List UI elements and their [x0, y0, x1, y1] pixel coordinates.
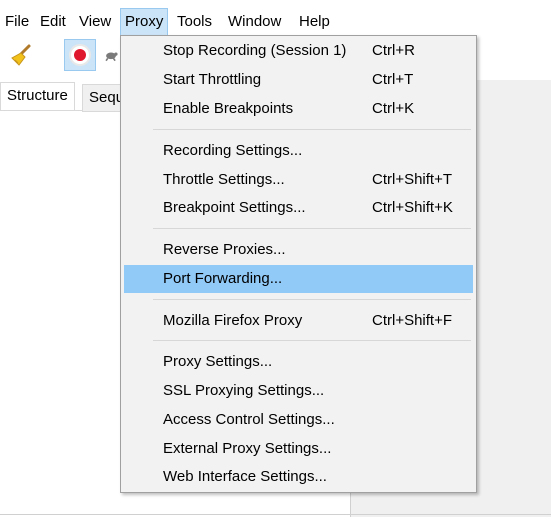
menu-item-access-control-settings[interactable]: Access Control Settings...: [124, 407, 473, 432]
menu-item-breakpoint-settings[interactable]: Breakpoint Settings... Ctrl+Shift+K: [124, 195, 473, 220]
menu-tools[interactable]: Tools: [173, 8, 216, 36]
menu-item-label: Start Throttling: [163, 71, 262, 88]
menu-item-label: Recording Settings...: [163, 142, 303, 159]
menu-item-label: Mozilla Firefox Proxy: [163, 312, 303, 329]
menu-item-shortcut: Ctrl+T: [372, 71, 414, 88]
menu-bar: File Edit View Proxy Tools Window Help: [0, 8, 551, 36]
menu-view[interactable]: View: [75, 8, 115, 36]
tab-sequence[interactable]: Seque: [82, 84, 122, 112]
menu-item-shortcut: Ctrl+Shift+T: [372, 171, 453, 188]
menu-item-shortcut: Ctrl+R: [372, 42, 415, 59]
menu-item-proxy-settings[interactable]: Proxy Settings...: [124, 349, 473, 374]
menu-item-label: Breakpoint Settings...: [163, 199, 306, 216]
status-divider: [0, 514, 551, 515]
menu-item-label: Access Control Settings...: [163, 411, 335, 428]
proxy-menu-dropdown: Stop Recording (Session 1) Ctrl+R Start …: [120, 35, 477, 493]
menu-separator: [153, 228, 471, 229]
menu-item-external-proxy-settings[interactable]: External Proxy Settings...: [124, 436, 473, 461]
menu-item-label: Throttle Settings...: [163, 171, 285, 188]
menu-item-label: Web Interface Settings...: [163, 468, 327, 485]
menu-item-label: Stop Recording (Session 1): [163, 42, 347, 59]
menu-item-label: Enable Breakpoints: [163, 100, 294, 117]
menu-item-label: External Proxy Settings...: [163, 440, 332, 457]
menu-separator: [153, 299, 471, 300]
menu-item-enable-breakpoints[interactable]: Enable Breakpoints Ctrl+K: [124, 96, 473, 121]
menu-item-label: Port Forwarding...: [163, 270, 283, 287]
record-button[interactable]: [64, 39, 96, 71]
menu-item-label: SSL Proxying Settings...: [163, 382, 325, 399]
menu-item-shortcut: Ctrl+Shift+F: [372, 312, 453, 329]
menu-item-port-forwarding[interactable]: Port Forwarding...: [124, 265, 473, 293]
menu-window[interactable]: Window: [224, 8, 285, 36]
menu-item-stop-recording[interactable]: Stop Recording (Session 1) Ctrl+R: [124, 38, 473, 63]
menu-item-recording-settings[interactable]: Recording Settings...: [124, 138, 473, 163]
record-icon: [69, 44, 91, 66]
turtle-icon: [105, 52, 118, 62]
menu-item-reverse-proxies[interactable]: Reverse Proxies...: [124, 237, 473, 262]
menu-item-shortcut: Ctrl+Shift+K: [372, 199, 453, 216]
menu-item-web-interface-settings[interactable]: Web Interface Settings...: [124, 464, 473, 489]
menu-item-shortcut: Ctrl+K: [372, 100, 415, 117]
tab-structure[interactable]: Structure: [0, 82, 75, 110]
broom-icon: [11, 44, 31, 66]
throttle-button[interactable]: [102, 39, 120, 71]
menu-separator: [153, 129, 471, 130]
menu-item-start-throttling[interactable]: Start Throttling Ctrl+T: [124, 67, 473, 92]
menu-help[interactable]: Help: [295, 8, 334, 36]
menu-proxy[interactable]: Proxy: [120, 8, 169, 36]
menu-item-label: Reverse Proxies...: [163, 241, 286, 258]
menu-item-label: Proxy Settings...: [163, 353, 273, 370]
menu-separator: [153, 340, 471, 341]
menu-item-ssl-proxying-settings[interactable]: SSL Proxying Settings...: [124, 378, 473, 403]
clear-session-button[interactable]: [6, 39, 38, 71]
menu-edit[interactable]: Edit: [36, 8, 70, 36]
menu-file[interactable]: File: [1, 8, 33, 36]
menu-item-firefox-proxy[interactable]: Mozilla Firefox Proxy Ctrl+Shift+F: [124, 308, 473, 333]
menu-item-throttle-settings[interactable]: Throttle Settings... Ctrl+Shift+T: [124, 167, 473, 192]
